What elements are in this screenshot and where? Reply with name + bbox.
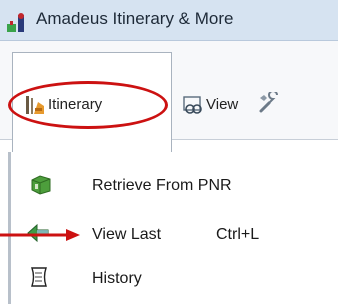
menu-icon-strip — [8, 152, 11, 304]
app-logo-icon — [7, 13, 24, 32]
menu-item-history[interactable]: History — [16, 259, 316, 299]
menu-item-retrieve-from-pnr[interactable]: Retrieve From PNR — [16, 166, 316, 206]
menu-item-view-last[interactable]: View Last Ctrl+L — [16, 215, 316, 255]
shortcut-label: Ctrl+L — [216, 226, 260, 243]
window-title: Amadeus Itinerary & More — [36, 9, 234, 28]
tools-icon[interactable] — [258, 92, 280, 114]
tab-view-label[interactable]: View — [206, 96, 238, 113]
tab-itinerary-label[interactable]: Itinerary — [48, 96, 102, 113]
title-bar: Amadeus Itinerary & More — [0, 0, 338, 41]
itinerary-icon — [26, 96, 44, 114]
menu-item-label: View Last — [92, 226, 162, 243]
retrieve-icon — [31, 175, 51, 195]
history-icon — [31, 267, 47, 287]
view-last-icon — [27, 223, 49, 243]
view-icon — [183, 96, 202, 114]
menu-item-label: History — [92, 270, 142, 287]
menu-item-label: Retrieve From PNR — [92, 177, 232, 194]
